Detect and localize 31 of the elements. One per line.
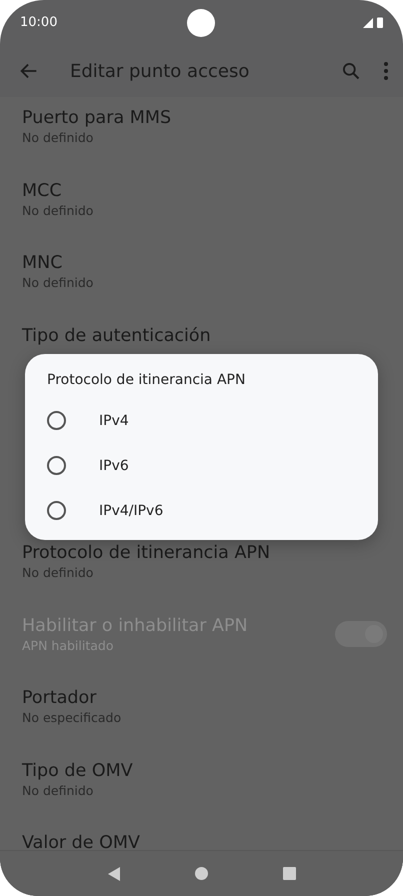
option-label[interactable]: IPv4 xyxy=(99,412,129,428)
radio-button[interactable] xyxy=(47,411,66,430)
setting-title: Valor de OMV xyxy=(22,832,141,854)
setting-summary: No definido xyxy=(22,129,94,147)
setting-title: Portador xyxy=(22,687,98,709)
option-label[interactable]: IPv6 xyxy=(99,458,129,474)
setting-summary: No definido xyxy=(22,564,94,582)
radio-button[interactable] xyxy=(47,501,66,520)
setting-title: MNC xyxy=(22,252,64,274)
option-label[interactable]: IPv4/IPv6 xyxy=(99,502,164,518)
setting-title: Protocolo de itinerancia APN xyxy=(22,542,272,564)
battery-icon xyxy=(377,17,383,28)
setting-title: MCC xyxy=(22,180,63,202)
setting-summary: No definido xyxy=(22,274,94,292)
setting-summary: No definido xyxy=(22,202,94,220)
status-time: 10:00 xyxy=(20,15,58,30)
search-icon[interactable] xyxy=(341,61,361,81)
home-nav-icon[interactable] xyxy=(194,867,208,880)
recents-nav-icon[interactable] xyxy=(282,867,296,880)
radio-button[interactable] xyxy=(47,456,66,475)
back-nav-icon[interactable] xyxy=(108,866,120,880)
dialog-title: Protocolo de itinerancia APN xyxy=(47,372,246,388)
signal-icon xyxy=(363,18,373,28)
camera-cutout xyxy=(187,9,215,37)
setting-title: Puerto para MMS xyxy=(22,107,172,129)
setting-title: Tipo de autenticación xyxy=(22,324,212,346)
setting-title: Tipo de OMV xyxy=(22,760,134,782)
more-vertical-icon[interactable] xyxy=(383,61,389,81)
screen-title: Editar punto acceso xyxy=(70,60,250,82)
setting-summary: No definido xyxy=(22,782,94,800)
setting-summary: No especificado xyxy=(22,709,122,727)
